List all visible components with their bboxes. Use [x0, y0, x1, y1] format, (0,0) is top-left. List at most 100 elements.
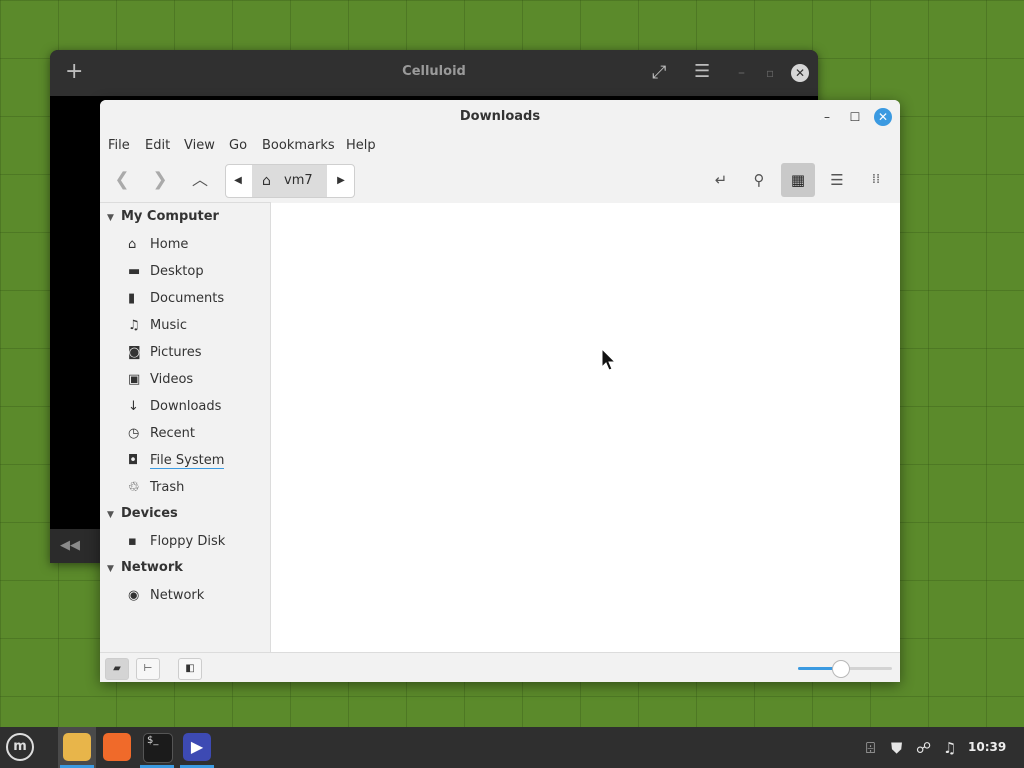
- menu-start-icon[interactable]: m: [6, 733, 34, 761]
- sidebar-item-label: Pictures: [150, 345, 202, 360]
- shield-icon[interactable]: ⛊: [891, 739, 902, 757]
- minimize-button[interactable]: –: [818, 108, 836, 126]
- statusbar: ▰ ⊢ ◧: [100, 652, 900, 682]
- home-icon: ⌂: [128, 237, 137, 252]
- sidebar-icon: ◧: [185, 663, 195, 674]
- toggle-location-button[interactable]: ↵: [704, 163, 738, 197]
- sidebar-item-videos[interactable]: ▣ Videos: [128, 370, 193, 390]
- sidebar: ▼ My Computer ⌂ Home ▬ Desktop ▮ Documents ♫…: [100, 202, 271, 653]
- rewind-icon[interactable]: ◀◀: [60, 537, 80, 555]
- path-bar: ◀ ⌂ vm7 ▶: [225, 164, 355, 198]
- window-title: Downloads: [459, 109, 541, 124]
- sidebar-item-music[interactable]: ♫ Music: [128, 316, 187, 336]
- sidebar-item-network[interactable]: ◉ Network: [128, 586, 204, 606]
- tree-icon: ⊢: [143, 663, 153, 674]
- sidebar-item-home[interactable]: ⌂ Home: [128, 235, 188, 255]
- sidebar-item-label: Desktop: [150, 264, 204, 279]
- section-devices[interactable]: ▼ Devices: [107, 506, 178, 521]
- section-network[interactable]: ▼ Network: [107, 560, 183, 575]
- mouse-cursor-icon: [601, 348, 617, 371]
- network-icon[interactable]: ☍: [916, 739, 931, 757]
- filesystem-icon: ◘: [128, 453, 139, 468]
- show-places-button[interactable]: ▰: [105, 658, 129, 680]
- search-icon: ⚲: [753, 171, 765, 189]
- clock[interactable]: 10:39: [968, 740, 1006, 754]
- up-button[interactable]: ︿: [183, 163, 217, 197]
- sidebar-item-recent[interactable]: ◷ Recent: [128, 424, 195, 444]
- sidebar-item-pictures[interactable]: ◙ Pictures: [128, 343, 201, 363]
- sidebar-item-label: Network: [150, 588, 205, 603]
- sound-icon[interactable]: ♫: [943, 739, 956, 757]
- pictures-icon: ◙: [128, 345, 141, 360]
- expand-icon: ▼: [107, 213, 114, 223]
- file-manager-window[interactable]: Downloads – ☐ ✕ File Edit View Go Bookma…: [100, 100, 900, 682]
- menu-help[interactable]: Help: [346, 138, 376, 153]
- folder-icon: [63, 733, 91, 761]
- menu-edit[interactable]: Edit: [145, 138, 170, 153]
- menu-go[interactable]: Go: [229, 138, 247, 153]
- menu-bookmarks[interactable]: Bookmarks: [262, 138, 335, 153]
- firefox-icon: [103, 733, 131, 761]
- sidebar-item-downloads[interactable]: ↓ Downloads: [128, 397, 221, 417]
- sidebar-item-label: Home: [150, 237, 189, 252]
- maximize-button[interactable]: ☐: [846, 108, 864, 126]
- path-left-arrow[interactable]: ◀: [226, 165, 250, 197]
- desktop-icon: ▬: [128, 264, 141, 279]
- compact-icon: ⁞⁞: [871, 172, 881, 187]
- videos-icon: ▣: [128, 372, 141, 387]
- path-right-arrow[interactable]: ▶: [329, 165, 353, 197]
- zoom-slider[interactable]: [798, 660, 892, 678]
- menubar: File Edit View Go Bookmarks Help: [100, 132, 900, 158]
- sidebar-item-label: Videos: [150, 372, 194, 387]
- sidebar-item-label: Downloads: [150, 399, 222, 414]
- close-button[interactable]: ✕: [874, 108, 892, 126]
- documents-icon: ▮: [128, 291, 136, 306]
- section-title: My Computer: [121, 209, 219, 224]
- expand-icon: ▼: [107, 564, 114, 574]
- zoom-slider-handle[interactable]: [832, 660, 851, 678]
- sidebar-item-label: Documents: [150, 291, 225, 306]
- show-treeview-button[interactable]: ⊢: [136, 658, 160, 680]
- sidebar-item-desktop[interactable]: ▬ Desktop: [128, 262, 204, 282]
- music-icon: ♫: [128, 318, 140, 333]
- sidebar-item-label: Floppy Disk: [150, 534, 226, 549]
- sidebar-item-label: Trash: [150, 480, 185, 495]
- toggle-sidebar-button[interactable]: ◧: [178, 658, 202, 680]
- list-view-button[interactable]: ☰: [820, 163, 854, 197]
- back-button[interactable]: ❮: [105, 163, 139, 197]
- forward-button[interactable]: ❯: [143, 163, 177, 197]
- file-view[interactable]: [271, 203, 900, 652]
- celluloid-header: + Celluloid ⤢ ☰ – ▫ ✕: [50, 50, 818, 96]
- minimize-icon[interactable]: –: [738, 64, 745, 82]
- toolbar: ❮ ❯ ︿ ◀ ⌂ vm7 ▶ ↵ ⚲ ▦ ☰ ⁞⁞: [100, 158, 900, 202]
- menu-file[interactable]: File: [108, 138, 130, 153]
- floppy-icon: ▪: [128, 534, 137, 549]
- sidebar-item-floppy-disk[interactable]: ▪ Floppy Disk: [128, 532, 225, 552]
- folder-icon: ▰: [113, 663, 121, 674]
- menu-icon[interactable]: ☰: [694, 63, 710, 81]
- trash-icon: ♲: [128, 480, 140, 495]
- taskbar-firefox[interactable]: [98, 727, 136, 768]
- compact-view-button[interactable]: ⁞⁞: [859, 163, 893, 197]
- taskbar-file-manager[interactable]: [58, 727, 96, 768]
- sidebar-item-file-system[interactable]: ◘ File System: [128, 451, 225, 471]
- taskbar-terminal[interactable]: $_: [138, 727, 176, 768]
- close-icon[interactable]: ✕: [791, 64, 809, 82]
- grid-icon: ▦: [790, 171, 806, 189]
- network-icon: ◉: [128, 588, 140, 603]
- sidebar-item-trash[interactable]: ♲ Trash: [128, 478, 184, 498]
- menu-view[interactable]: View: [184, 138, 215, 153]
- downloads-icon: ↓: [128, 399, 139, 414]
- search-button[interactable]: ⚲: [742, 163, 776, 197]
- sidebar-item-label: Recent: [150, 426, 195, 441]
- titlebar: Downloads – ☐ ✕: [100, 100, 900, 132]
- path-crumb-home[interactable]: ⌂ vm7: [252, 165, 327, 197]
- fullscreen-icon[interactable]: ⤢: [652, 64, 666, 82]
- section-my-computer[interactable]: ▼ My Computer: [107, 209, 219, 224]
- maximize-icon[interactable]: ▫: [766, 64, 774, 82]
- sidebar-item-label: Music: [150, 318, 187, 333]
- sidebar-item-documents[interactable]: ▮ Documents: [128, 289, 224, 309]
- update-manager-icon[interactable]: ⌹: [866, 739, 875, 757]
- taskbar-celluloid[interactable]: ▶: [178, 727, 216, 768]
- icon-view-button[interactable]: ▦: [781, 163, 815, 197]
